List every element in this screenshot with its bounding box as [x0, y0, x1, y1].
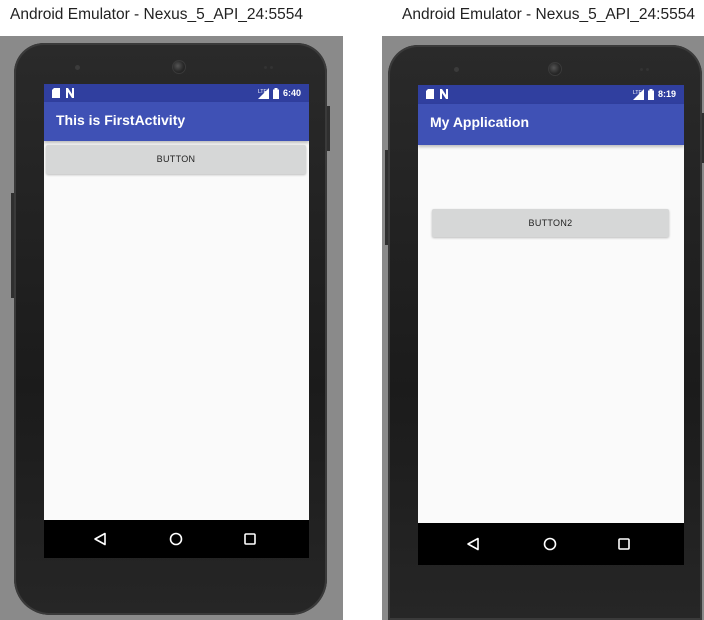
- sd-card-icon: [426, 89, 434, 99]
- svg-text:LTE: LTE: [633, 90, 642, 96]
- navigation-bar: [418, 523, 684, 565]
- status-bar: LTE 8:19: [418, 85, 684, 104]
- status-time: 8:19: [657, 89, 676, 99]
- emulator-window-right: Android Emulator - Nexus_5_API_24:5554 L…: [382, 0, 704, 620]
- device-screen[interactable]: LTE 8:19 My Application BUTTON2: [418, 85, 684, 565]
- app-title: This is FirstActivity: [56, 112, 186, 128]
- back-button[interactable]: [80, 520, 120, 558]
- home-button[interactable]: [156, 520, 196, 558]
- button2-label: BUTTON2: [528, 218, 573, 228]
- recents-button[interactable]: [230, 520, 270, 558]
- device-screen[interactable]: LTE 6:40 This is FirstActivity BUTTON: [44, 84, 309, 558]
- front-camera-icon: [172, 60, 186, 74]
- window-title-bar[interactable]: Android Emulator - Nexus_5_API_24:5554: [382, 0, 704, 36]
- volume-button[interactable]: [385, 150, 388, 245]
- home-circle-icon: [543, 537, 557, 551]
- app-bar: My Application: [418, 104, 684, 145]
- status-bar: LTE 6:40: [44, 84, 309, 102]
- back-triangle-icon: [467, 537, 479, 551]
- battery-icon: [272, 87, 279, 99]
- home-circle-icon: [169, 532, 183, 546]
- proximity-sensor: [75, 65, 80, 70]
- back-button[interactable]: [453, 523, 493, 565]
- recents-square-icon: [618, 538, 630, 550]
- back-triangle-icon: [94, 532, 106, 546]
- volume-button[interactable]: [11, 193, 14, 298]
- speaker-dots: [264, 66, 267, 69]
- proximity-sensor: [454, 67, 459, 72]
- power-button[interactable]: [327, 106, 330, 151]
- svg-text:LTE: LTE: [258, 89, 267, 95]
- signal-icon: LTE: [632, 88, 644, 100]
- app-bar: This is FirstActivity: [44, 102, 309, 141]
- notification-n-icon: [440, 89, 448, 99]
- window-title: Android Emulator - Nexus_5_API_24:5554: [402, 6, 695, 23]
- button2[interactable]: BUTTON2: [432, 209, 669, 237]
- window-title-bar[interactable]: Android Emulator - Nexus_5_API_24:5554: [0, 0, 343, 36]
- notification-n-icon: [66, 88, 74, 98]
- sd-card-icon: [52, 88, 60, 98]
- status-time: 6:40: [282, 88, 301, 98]
- speaker-dots: [270, 66, 273, 69]
- home-button[interactable]: [530, 523, 570, 565]
- button[interactable]: BUTTON: [46, 145, 306, 174]
- battery-icon: [647, 88, 654, 100]
- signal-icon: LTE: [257, 87, 269, 99]
- navigation-bar: [44, 520, 309, 558]
- speaker-dots: [640, 68, 643, 71]
- app-title: My Application: [430, 114, 530, 130]
- window-title: Android Emulator - Nexus_5_API_24:5554: [10, 6, 303, 23]
- recents-square-icon: [244, 533, 256, 545]
- phone-body: LTE 8:19 My Application BUTTON2: [385, 45, 704, 620]
- button-label: BUTTON: [156, 154, 196, 164]
- recents-button[interactable]: [604, 523, 644, 565]
- front-camera-icon: [548, 62, 562, 76]
- speaker-dots: [646, 68, 649, 71]
- emulator-window-left: Android Emulator - Nexus_5_API_24:5554 L…: [0, 0, 343, 620]
- phone-body: LTE 6:40 This is FirstActivity BUTTON: [11, 43, 330, 615]
